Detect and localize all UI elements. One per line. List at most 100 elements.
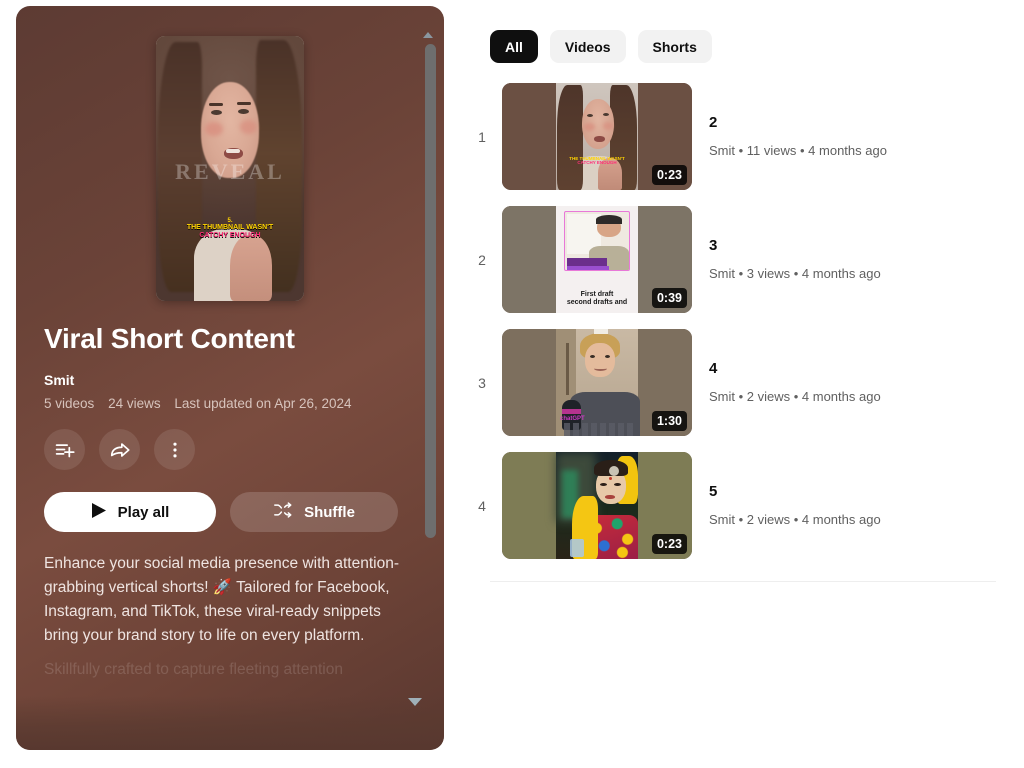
playlist-add-icon [54, 439, 75, 460]
scrollbar-thumb[interactable] [425, 44, 436, 538]
thumb-code-overlay [564, 423, 634, 436]
hero-brow-left [209, 103, 223, 106]
thumb-eye-right [614, 483, 621, 486]
thumb-foreground-object [570, 539, 584, 557]
video-info: 3 Smit • 3 views • 4 months ago [692, 236, 1014, 282]
hero-watermark: REVEAL [175, 159, 285, 184]
thumb-face [585, 343, 615, 377]
video-index: 1 [478, 128, 486, 145]
shuffle-label: Shuffle [304, 503, 355, 521]
save-to-playlist-button[interactable] [44, 429, 85, 471]
hero-teeth [226, 149, 240, 153]
hero-eye-right [238, 109, 249, 114]
playlist-video-count: 5 videos [44, 396, 95, 412]
hero-caption-line-1: THE THUMBNAIL WASN'T [186, 224, 274, 232]
video-thumbnail[interactable]: First draft second drafts and 0:39 [502, 206, 692, 313]
video-info: 2 Smit • 11 views • 4 months ago [692, 113, 1014, 159]
playlist-view-count: 24 views [108, 396, 161, 412]
video-title[interactable]: 3 [709, 236, 1014, 256]
filter-chip-all[interactable]: All [490, 30, 538, 63]
video-duration-badge: 0:39 [651, 287, 687, 308]
video-metadata: Smit • 3 views • 4 months ago [709, 265, 881, 281]
share-icon [109, 439, 131, 461]
thumb-eye-left [600, 483, 607, 486]
expand-description-chevron-down-icon[interactable] [408, 698, 422, 706]
video-metadata: Smit • 2 views • 4 months ago [709, 511, 881, 527]
video-info: 5 Smit • 2 views • 4 months ago [692, 482, 1014, 528]
thumbnail-center-frame [556, 452, 638, 559]
thumb-inner-frame [564, 211, 630, 271]
video-metadata: Smit • 2 views • 4 months ago [709, 388, 881, 404]
playlist-hero-thumbnail[interactable]: REVEAL 5. THE THUMBNAIL WASN'T CATCHY EN… [156, 36, 304, 301]
video-list-item[interactable]: 4 0:23 5 Smit • 2 views • 4 months ago [462, 448, 1024, 563]
thumbnail-caption-line-1: First draft [580, 290, 614, 298]
playlist-title: Viral Short Content [44, 323, 295, 354]
video-metadata: Smit • 11 views • 4 months ago [709, 142, 887, 158]
thumb-eye-left [587, 114, 593, 117]
hero-thumb-gesture [230, 235, 272, 301]
play-icon [91, 502, 107, 523]
video-duration-badge: 1:30 [651, 410, 687, 431]
thumbnail-center-frame: First draft second drafts and [556, 206, 638, 313]
thumb-eye-left [590, 355, 595, 358]
playlist-videos-section: All Videos Shorts 1 THE THUMBNAIL WASN'T… [462, 0, 1024, 768]
shuffle-button[interactable]: Shuffle [230, 492, 398, 533]
thumbnail-caption-line-2: CATCHY ENOUGH [577, 160, 617, 166]
thumb-nameplate-bar [567, 266, 609, 270]
video-list-item[interactable]: 2 First draft second drafts and 0:39 3 S… [462, 202, 1024, 317]
filter-chip-shorts[interactable]: Shorts [637, 30, 712, 63]
thumbnail-center-frame: chatGPT [556, 329, 640, 436]
video-list-item[interactable]: 1 THE THUMBNAIL WASN'T CATCHY ENOUGH 0:2… [462, 79, 1024, 194]
thumbnail-caption: First draft second drafts and [556, 291, 638, 307]
hero-cheek-left [205, 122, 223, 136]
thumb-hair-left [557, 85, 583, 190]
thumb-nameplate [567, 258, 607, 266]
playlist-cta-row: Play all Shuffle [44, 492, 416, 533]
video-duration-badge: 0:23 [651, 164, 687, 185]
filter-chip-shorts-label: Shorts [652, 38, 697, 55]
hero-brow-right [237, 102, 251, 105]
video-title[interactable]: 2 [709, 113, 1014, 133]
thumb-cheek-right [603, 122, 613, 130]
video-thumbnail[interactable]: 0:23 [502, 452, 692, 559]
more-vertical-icon [165, 440, 185, 460]
play-all-button[interactable]: Play all [44, 492, 216, 533]
video-title[interactable]: 5 [709, 482, 1014, 502]
thumb-eye-right [605, 355, 610, 358]
playlist-action-buttons [44, 429, 416, 471]
thumb-cheek-left [584, 123, 595, 131]
play-all-label: Play all [117, 503, 170, 521]
hero-caption-line-2: CATCHY ENOUGH [199, 231, 261, 239]
thumbnail-caption: THE THUMBNAIL WASN'T CATCHY ENOUGH [556, 156, 638, 166]
hero-cheek-right [240, 120, 257, 134]
thumb-lips [605, 495, 615, 499]
filter-chip-videos[interactable]: Videos [549, 30, 626, 63]
video-title[interactable]: 4 [709, 359, 1014, 379]
more-options-button[interactable] [154, 429, 195, 471]
hero-caption: 5. THE THUMBNAIL WASN'T CATCHY ENOUGH [156, 218, 304, 239]
thumb-headband [596, 215, 622, 224]
thumbnail-caption: chatGPT [560, 416, 585, 422]
playlist-owner[interactable]: Smit [44, 372, 416, 388]
video-duration-badge: 0:23 [651, 533, 687, 554]
thumb-microphone-band [562, 409, 581, 414]
video-index: 4 [478, 497, 486, 514]
video-list: 1 THE THUMBNAIL WASN'T CATCHY ENOUGH 0:2… [462, 63, 1024, 582]
thumb-smile [594, 366, 607, 371]
filter-chip-bar: All Videos Shorts [462, 0, 1024, 63]
video-list-item[interactable]: 3 chatGPT 1:30 4 Smit • 2 views • 4 mont… [462, 325, 1024, 440]
playlist-detail-panel: REVEAL 5. THE THUMBNAIL WASN'T CATCHY EN… [16, 6, 444, 750]
scroll-up-arrow-icon[interactable] [423, 32, 433, 38]
playlist-description[interactable]: Enhance your social media presence with … [44, 552, 416, 647]
video-info: 4 Smit • 2 views • 4 months ago [692, 359, 1014, 405]
share-button[interactable] [99, 429, 140, 471]
video-thumbnail[interactable]: chatGPT 1:30 [502, 329, 692, 436]
playlist-panel-scrollbar[interactable] [425, 44, 436, 538]
thumb-bindi [609, 477, 612, 480]
video-index: 3 [478, 374, 486, 391]
video-thumbnail[interactable]: THE THUMBNAIL WASN'T CATCHY ENOUGH 0:23 [502, 83, 692, 190]
playlist-description-truncated: Skillfully crafted to capture fleeting a… [44, 660, 343, 678]
thumb-mouth [594, 136, 605, 142]
playlist-hero-wrapper: REVEAL 5. THE THUMBNAIL WASN'T CATCHY EN… [44, 36, 416, 301]
playlist-last-updated: Last updated on Apr 26, 2024 [174, 396, 352, 412]
